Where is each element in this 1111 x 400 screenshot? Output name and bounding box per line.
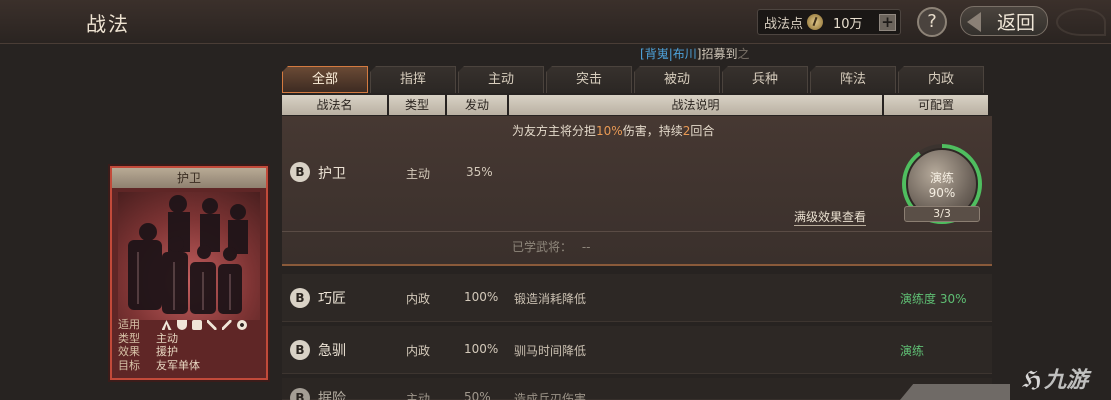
tactic-card: 护卫 适用 类型 主动 效果 援护 目标 友军单体: [110, 166, 268, 380]
watermark-logo: ℌ九游: [1022, 362, 1088, 394]
tactic-description: 为友方主将分担10%伤害，持续2回合: [512, 122, 714, 139]
tab-assault[interactable]: 突击: [546, 66, 632, 93]
tactic-description: 造成兵刃伤害: [514, 392, 587, 400]
learned-label: 已学武将：: [512, 240, 573, 254]
back-button-label: 返回: [996, 11, 1035, 34]
learned-generals: 已学武将： --: [512, 238, 591, 255]
shield-icon: [176, 320, 187, 330]
tab-formation[interactable]: 阵法: [810, 66, 896, 93]
tactic-type: 内政: [406, 344, 431, 358]
learned-value: --: [581, 240, 591, 254]
points-value: 10万: [833, 16, 863, 32]
spear-icon: [206, 320, 217, 330]
hint-suffix: ]招募到: [696, 47, 738, 61]
siege-icon: [236, 320, 247, 330]
desc-part: 回合: [690, 124, 715, 138]
tactic-name: 巧匠: [318, 291, 346, 307]
recruit-hint: [背嵬|布川]招募到之: [640, 45, 749, 62]
col-description: 战法说明: [509, 95, 882, 115]
col-name[interactable]: 战法名: [282, 95, 387, 115]
tactic-name: 护卫: [318, 166, 346, 182]
page-title: 战法: [86, 12, 130, 36]
desc-part: 伤害，持续: [622, 124, 683, 138]
grade-badge: B: [290, 288, 310, 308]
tactic-rate: 50%: [464, 390, 491, 400]
tab-passive[interactable]: 被动: [634, 66, 720, 93]
points-label: 战法点: [764, 16, 804, 32]
desc-percent: 10%: [596, 124, 623, 138]
troop-type-icons: [161, 320, 247, 330]
col-rate[interactable]: 发动: [447, 95, 507, 115]
desc-part: 为友方主将分担: [512, 124, 597, 138]
tactic-name: 急驯: [318, 343, 346, 359]
top-bar: 战法 战法点 10万 + ? 返回: [0, 0, 1111, 44]
card-title: 护卫: [112, 168, 266, 188]
cavalry-icon: [161, 320, 172, 330]
target-label: 目标: [118, 358, 140, 372]
hint-tail: 之: [737, 47, 750, 61]
divider: [282, 231, 992, 232]
tab-command[interactable]: 指挥: [370, 66, 456, 93]
tactic-points-box: 战法点 10万 +: [757, 9, 901, 35]
col-type[interactable]: 类型: [389, 95, 445, 115]
table-row[interactable]: B 急驯 内政 100% 驯马时间降低 演练: [282, 326, 992, 374]
grade-badge: B: [290, 388, 310, 400]
proficiency: 演练: [900, 344, 925, 358]
tab-all[interactable]: 全部: [282, 66, 368, 93]
practice-label: 演练: [929, 170, 954, 185]
add-points-button[interactable]: +: [879, 14, 896, 31]
tab-internal[interactable]: 内政: [898, 66, 984, 93]
practice-percent: 90%: [928, 185, 956, 200]
help-button[interactable]: ?: [917, 7, 947, 37]
tactic-description: 驯马时间降低: [514, 344, 587, 358]
type-label: 类型: [118, 331, 140, 345]
hint-name-2[interactable]: 布川: [673, 47, 697, 61]
card-artwork: [118, 192, 260, 320]
back-button[interactable]: 返回: [960, 6, 1048, 36]
category-tabs: 全部 指挥 主动 突击 被动 兵种 阵法 内政: [282, 66, 986, 93]
tactic-name: 据险: [318, 391, 346, 400]
full-level-effect-link[interactable]: 满级效果查看: [794, 208, 867, 226]
target-value: 友军单体: [156, 358, 200, 372]
effect-value: 援护: [156, 345, 178, 358]
effect-label: 效果: [118, 345, 140, 358]
proficiency: 演练度 30%: [900, 292, 967, 306]
selected-tactic-row[interactable]: 为友方主将分担10%伤害，持续2回合 B 护卫 主动 35% 演练 90% 3/…: [282, 116, 992, 266]
tactic-rate: 100%: [464, 290, 499, 304]
sword-icon: [221, 320, 232, 330]
table-header: 战法名 类型 发动 战法说明 可配置: [282, 95, 990, 115]
card-info: 适用 类型 主动 效果 援护 目标 友军单体: [118, 318, 260, 372]
table-row[interactable]: B 据险 主动 50% 造成兵刃伤害: [282, 378, 992, 400]
tab-troop[interactable]: 兵种: [722, 66, 808, 93]
back-arrow-icon: [967, 12, 981, 32]
fit-label: 适用: [118, 318, 140, 331]
col-configurable[interactable]: 可配置: [884, 95, 988, 115]
corner-decoration: [900, 384, 1010, 400]
archer-icon: [191, 320, 202, 330]
practice-count: 3/3: [904, 206, 980, 222]
tactic-description: 锻造消耗降低: [514, 292, 587, 306]
decorative-swirl-icon: [1056, 8, 1106, 36]
tab-active[interactable]: 主动: [458, 66, 544, 93]
tactic-type: 内政: [406, 292, 431, 306]
grade-badge: B: [290, 162, 310, 182]
grade-badge: B: [290, 340, 310, 360]
watermark-mark: ℌ: [1022, 368, 1043, 393]
watermark-text: 九游: [1044, 368, 1089, 393]
coin-icon: [807, 14, 824, 30]
tactic-rate: 35%: [466, 165, 493, 179]
tactic-type: 主动: [406, 167, 431, 181]
tactic-type: 主动: [406, 392, 431, 400]
hint-name-1[interactable]: 背嵬: [645, 47, 669, 61]
tactic-rate: 100%: [464, 342, 499, 356]
table-row[interactable]: B 巧匠 内政 100% 锻造消耗降低 演练度 30%: [282, 274, 992, 322]
type-value: 主动: [156, 331, 178, 345]
